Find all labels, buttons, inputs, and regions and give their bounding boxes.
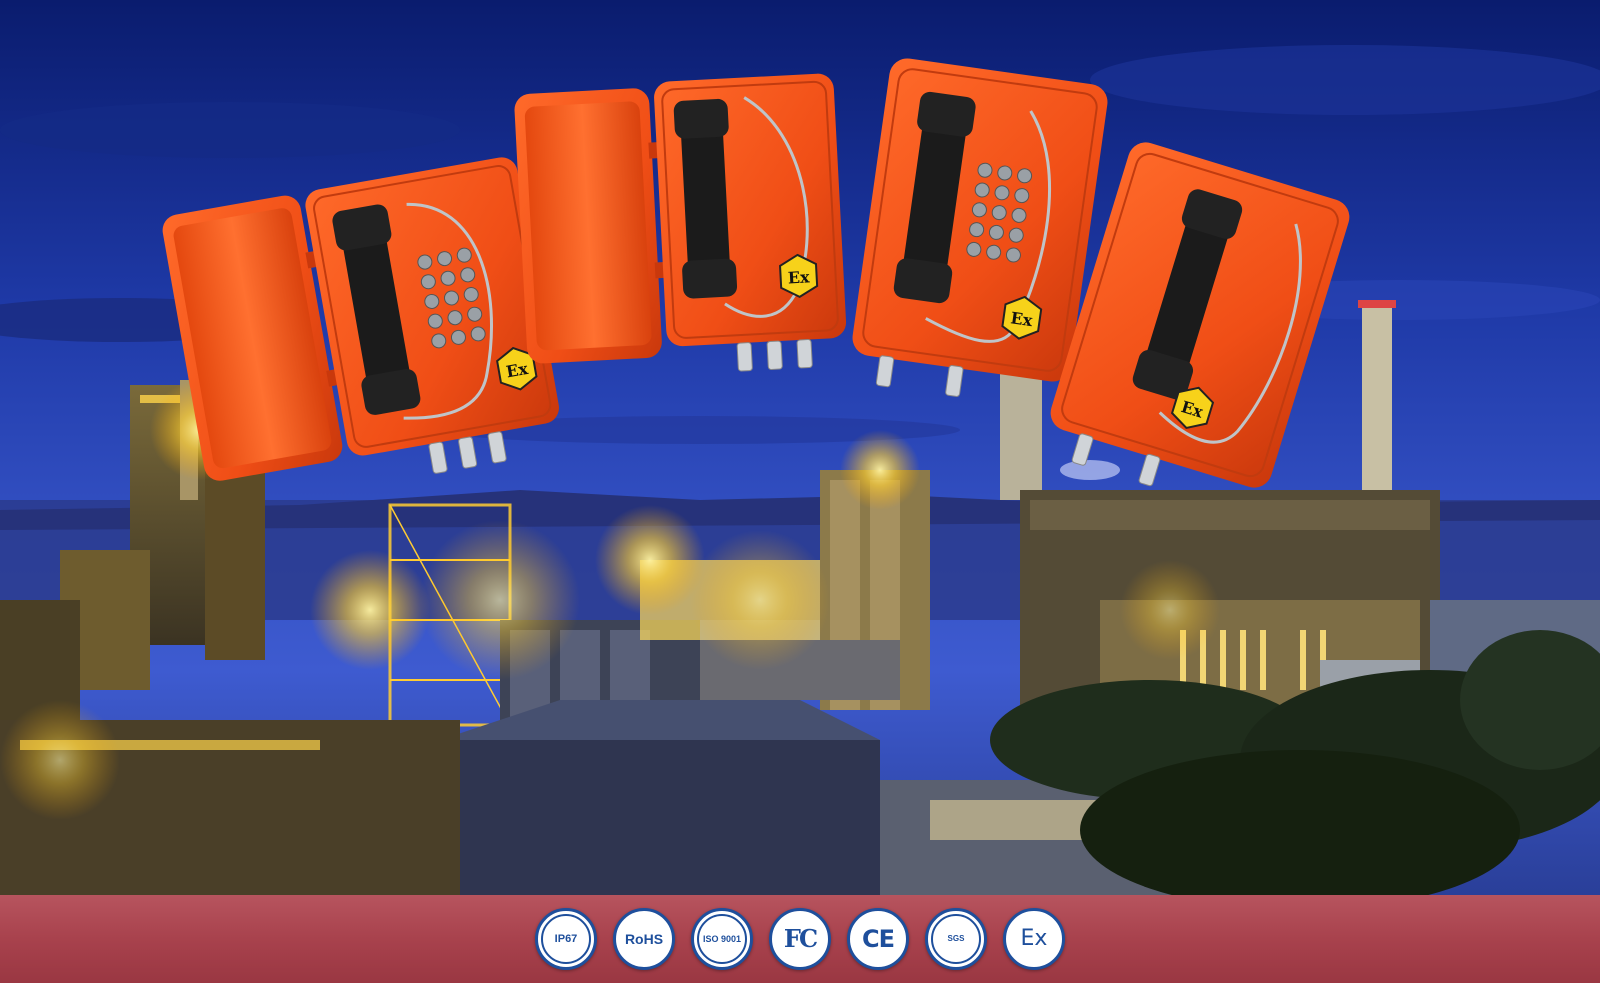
iso-text: ISO 9001 (702, 933, 742, 944)
ce-badge: CE (847, 908, 909, 970)
rohs-badge: RoHS (613, 908, 675, 970)
iso9001-badge: ISO 9001 (691, 908, 753, 970)
industrial-plant-scene: Ex Ex Ex Ex (0, 0, 1600, 895)
phone-with-door: Ex (514, 73, 847, 372)
sgs-text: SGS (947, 934, 965, 943)
ce-text: CE (861, 925, 895, 953)
certification-bar: IP67 RoHS ISO 9001 FC CE SGS Ex (0, 895, 1600, 983)
ex-mark-3: Ex (1010, 308, 1035, 330)
ex-mark-1: Ex (505, 359, 530, 382)
ip67-badge: IP67 (535, 908, 597, 970)
chimney-right (1362, 300, 1392, 510)
ex-badge: Ex (1003, 908, 1065, 970)
ex-text: Ex (1020, 926, 1048, 951)
ex-mark-2: Ex (787, 267, 810, 287)
fcc-text: FC (783, 924, 818, 953)
fcc-badge: FC (769, 908, 831, 970)
rohs-text: RoHS (624, 931, 664, 947)
sgs-badge: SGS (925, 908, 987, 970)
ip67-text: IP67 (554, 932, 578, 945)
